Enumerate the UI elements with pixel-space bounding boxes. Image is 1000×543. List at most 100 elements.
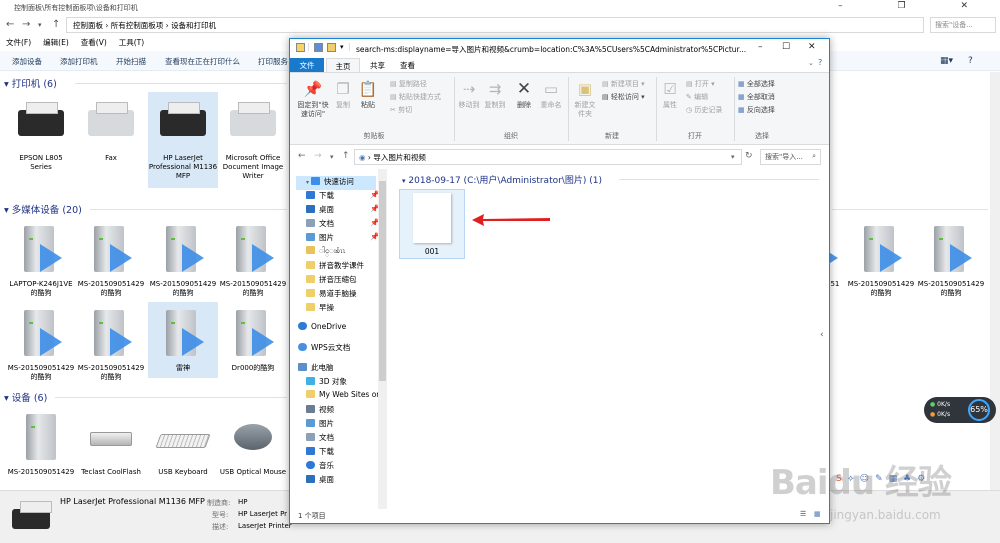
back-icon[interactable]: ← bbox=[298, 151, 306, 161]
nav-wps-cloud[interactable]: WPS云文档 bbox=[298, 342, 378, 356]
breadcrumb-item[interactable]: 设备和打印机 bbox=[171, 21, 216, 30]
view-options-icon[interactable]: ▦▾ bbox=[940, 56, 953, 66]
nav-item[interactable]: 文档 bbox=[306, 432, 386, 446]
nav-item[interactable]: 3D 对象 bbox=[306, 376, 386, 390]
printer-ms-office-writer[interactable]: Microsoft Office Document Image Writer bbox=[218, 96, 288, 181]
nav-item[interactable]: ါင္းၶံၤၤ bbox=[306, 246, 386, 260]
bg-search-input[interactable]: 搜索"设备... bbox=[930, 17, 996, 33]
add-device-button[interactable]: 添加设备 bbox=[12, 56, 42, 67]
forward-icon[interactable]: → bbox=[22, 19, 30, 30]
nav-item[interactable]: 早操 bbox=[306, 302, 386, 316]
print-server-button[interactable]: 打印服务 bbox=[258, 56, 288, 67]
select-all-button[interactable]: ▦ 全部选择 bbox=[738, 79, 775, 89]
open-button[interactable]: ▤ 打开 ▾ bbox=[686, 79, 715, 89]
pin-quick-access-button[interactable]: 📌 固定到"快速访问" bbox=[294, 79, 332, 119]
media-device[interactable]: MS-201509051429的酷狗 bbox=[6, 306, 76, 382]
printer-fax[interactable]: Fax bbox=[76, 96, 146, 163]
network-speed-widget[interactable]: ● 0K/s ● 0K/s 65% bbox=[924, 397, 996, 423]
cut-button[interactable]: ✂ 剪切 bbox=[390, 105, 412, 115]
device-keyboard[interactable]: USB Keyboard bbox=[148, 410, 218, 477]
bg-scrollbar[interactable] bbox=[990, 72, 1000, 490]
new-folder-quick-icon[interactable] bbox=[327, 43, 336, 52]
tab-share[interactable]: 共享 bbox=[364, 58, 391, 72]
media-device[interactable]: LAPTOP-K246J1VE的酷狗 bbox=[6, 222, 76, 298]
explorer-address-input[interactable]: ◉ › 导入图片和视频 bbox=[354, 149, 742, 165]
tab-view[interactable]: 查看 bbox=[394, 58, 421, 72]
printer-hp-laserjet[interactable]: HP LaserJet Professional M1136 MFP bbox=[148, 92, 218, 188]
device-usb-drive[interactable]: Teclast CoolFlash bbox=[76, 410, 146, 477]
nav-item[interactable]: 易道手脑操 bbox=[306, 288, 386, 302]
up-icon[interactable]: ↑ bbox=[342, 151, 350, 161]
edit-button[interactable]: ✎ 编辑 bbox=[686, 92, 708, 102]
chevron-left-icon[interactable]: ‹ bbox=[820, 330, 824, 340]
copy-to-button[interactable]: ⇉ 复制到 bbox=[482, 79, 508, 110]
media-device[interactable]: MS-201509051429的酷狗 bbox=[76, 222, 146, 298]
breadcrumb-item[interactable]: 所有控制面板项 bbox=[111, 21, 164, 30]
nav-item[interactable]: 音乐 bbox=[306, 460, 386, 474]
refresh-icon[interactable]: ↻ bbox=[745, 151, 753, 161]
properties-quick-icon[interactable] bbox=[314, 43, 323, 52]
bg-breadcrumb[interactable]: 控制面板 › 所有控制面板项 › 设备和打印机 bbox=[66, 17, 924, 33]
recent-dropdown-icon[interactable]: ▾ bbox=[38, 21, 42, 29]
tab-home[interactable]: 主页 bbox=[326, 58, 360, 72]
nav-item[interactable]: 视频 bbox=[306, 404, 386, 418]
menu-edit[interactable]: 编辑(E) bbox=[43, 38, 75, 47]
properties-button[interactable]: ☑ 属性 bbox=[658, 79, 682, 110]
media-device[interactable]: MS-201509051429的酷狗 bbox=[76, 306, 146, 382]
nav-item[interactable]: 桌面 bbox=[306, 474, 386, 488]
nav-scrollbar-thumb[interactable] bbox=[379, 181, 386, 381]
back-icon[interactable]: ← bbox=[6, 19, 14, 30]
new-item-button[interactable]: ▤ 新建项目 ▾ bbox=[602, 79, 645, 89]
media-device[interactable]: MS-201509051429的酷狗 bbox=[148, 222, 218, 298]
nav-item[interactable]: My Web Sites on MSN bbox=[306, 390, 386, 404]
see-printing-button[interactable]: 查看现在正在打印什么 bbox=[165, 56, 240, 67]
select-none-button[interactable]: ▦ 全部取消 bbox=[738, 92, 775, 102]
help-icon[interactable]: ? bbox=[968, 56, 973, 66]
details-view-icon[interactable]: ☰ bbox=[800, 510, 806, 518]
tab-file[interactable]: 文件 bbox=[290, 58, 324, 72]
address-dropdown-icon[interactable]: ▾ bbox=[731, 153, 735, 161]
minimize-icon[interactable]: – bbox=[758, 42, 763, 52]
paste-shortcut-button[interactable]: ▤ 粘贴快捷方式 bbox=[390, 92, 441, 102]
rename-button[interactable]: ▭ 重命名 bbox=[538, 79, 564, 110]
menu-view[interactable]: 查看(V) bbox=[81, 38, 113, 47]
paste-button[interactable]: 📋 粘贴 bbox=[356, 79, 380, 110]
nav-this-pc[interactable]: 此电脑 bbox=[298, 362, 378, 376]
devices-group-header[interactable]: ▾ 设备 (6) bbox=[4, 390, 47, 404]
maximize-icon[interactable]: ☐ bbox=[782, 42, 790, 52]
nav-item[interactable]: 拼音教学课件 bbox=[306, 260, 386, 274]
invert-selection-button[interactable]: ▦ 反向选择 bbox=[738, 105, 775, 115]
add-printer-button[interactable]: 添加打印机 bbox=[60, 56, 98, 67]
media-device-selected[interactable]: 雷神 bbox=[148, 302, 218, 378]
media-device[interactable]: Dr000的酷狗 bbox=[218, 306, 288, 373]
delete-button[interactable]: ✕ 删除 bbox=[512, 79, 536, 110]
forward-icon[interactable]: → bbox=[314, 151, 322, 161]
thumbnail-view-icon[interactable]: ▦ bbox=[814, 510, 821, 518]
ribbon-collapse-icon[interactable]: ⌄ bbox=[808, 59, 814, 67]
nav-item[interactable]: 桌面 📌 bbox=[306, 204, 386, 218]
new-folder-button[interactable]: ▣ 新建文件夹 bbox=[572, 79, 598, 119]
nav-quick-access[interactable]: ▾ 快速访问 bbox=[296, 176, 376, 190]
up-icon[interactable]: ↑ bbox=[52, 19, 60, 30]
history-button[interactable]: ◷ 历史记录 bbox=[686, 105, 722, 115]
nav-item[interactable]: 下载 bbox=[306, 446, 386, 460]
explorer-titlebar[interactable]: | ▾ | search-ms:displayname=导入图片和视频&crum… bbox=[290, 39, 829, 58]
breadcrumb-item[interactable]: 控制面板 bbox=[73, 21, 103, 30]
nav-item[interactable]: 下载 📌 bbox=[306, 190, 386, 204]
easy-access-button[interactable]: ▤ 轻松访问 ▾ bbox=[602, 92, 645, 102]
close-icon[interactable]: ✕ bbox=[808, 42, 816, 52]
menu-file[interactable]: 文件(F) bbox=[6, 38, 37, 47]
copy-path-button[interactable]: ▤ 复制路径 bbox=[390, 79, 427, 89]
nav-item[interactable]: 拼音压缩包 bbox=[306, 274, 386, 288]
media-group-header[interactable]: ▾ 多媒体设备 (20) bbox=[4, 202, 82, 216]
bg-window-controls[interactable]: – ❐ ✕ bbox=[838, 1, 994, 11]
recent-dropdown-icon[interactable]: ▾ bbox=[330, 153, 334, 161]
device-computer[interactable]: MS-201509051429 bbox=[6, 410, 76, 477]
file-item[interactable]: 001 bbox=[399, 189, 465, 259]
nav-onedrive[interactable]: OneDrive bbox=[298, 322, 378, 336]
help-icon[interactable]: ? bbox=[818, 58, 822, 67]
media-device[interactable]: MS-201509051429的酷狗 bbox=[846, 222, 916, 298]
device-mouse[interactable]: USB Optical Mouse bbox=[218, 410, 288, 477]
explorer-search-input[interactable]: 搜索"导入... ⌕ bbox=[760, 149, 821, 165]
file-group-header[interactable]: ▾ 2018-09-17 (C:\用户\Administrator\图片) (1… bbox=[402, 173, 602, 186]
